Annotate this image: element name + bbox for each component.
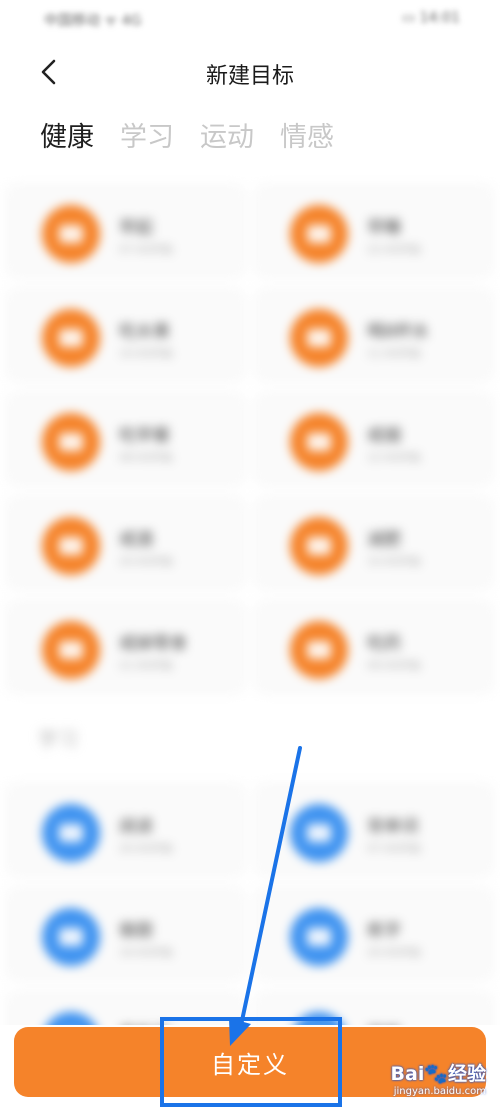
- goal-time: 07:00开始: [119, 243, 173, 256]
- carrier-text: 中国移动 ᯤ 4G: [44, 13, 142, 29]
- goal-list: 早起 07:00开始 早睡 22:00开始 吃水果 10:00开始 喝8杯水 11:00开始吃…: [0, 175, 500, 1025]
- goal-name: 阅读: [119, 817, 153, 837]
- custom-button-label: 自定义: [211, 1050, 289, 1079]
- goal-time: 11:00开始: [367, 347, 421, 360]
- goal-name: 吃早餐: [119, 426, 170, 446]
- status-bar: 中国移动 ᯤ 4G ▭ 14:01: [0, 0, 500, 40]
- goal-name: 冥想: [367, 1020, 401, 1025]
- goal-name: 戒掉零食: [119, 634, 187, 654]
- goal-grid: 早起 07:00开始 早睡 22:00开始 吃水果 10:00开始 喝8杯水 11:00开始吃…: [0, 175, 500, 695]
- goal-name: 早起: [119, 218, 153, 238]
- goal-card[interactable]: 早起 07:00开始: [5, 183, 247, 279]
- watermark-url: jingyan.baidu.com: [393, 1086, 486, 1097]
- nav-bar: 新建目标: [0, 44, 500, 100]
- goal-icon: [290, 309, 348, 367]
- goal-card[interactable]: 吃药 09:00开始: [253, 599, 495, 695]
- goal-time: 21:00开始: [119, 659, 173, 672]
- goal-name: 早睡: [367, 218, 401, 238]
- goal-card[interactable]: 背单词 07:00开始: [253, 782, 495, 878]
- goal-name: 背单词: [367, 817, 418, 837]
- goal-card[interactable]: 冥想21:00开始: [253, 990, 495, 1025]
- goal-icon: [42, 908, 100, 966]
- goal-icon: [290, 804, 348, 862]
- goal-card[interactable]: 练字 20:00开始: [253, 886, 495, 982]
- goal-icon: [290, 908, 348, 966]
- category-tabs: 健康 学习 运动 情感: [40, 118, 334, 158]
- goal-card[interactable]: 吃早餐 08:00开始: [5, 391, 247, 487]
- goal-time: 22:00开始: [367, 243, 421, 256]
- page-title: 新建目标: [205, 64, 294, 89]
- section-heading: 学习: [38, 727, 78, 751]
- goal-name: 戒酒: [119, 530, 153, 550]
- baidu-jingyan-watermark: Bai🐾经验 jingyan.baidu.com: [376, 1059, 486, 1103]
- goal-name: 练字: [367, 921, 401, 941]
- goal-card[interactable]: 阅读 20:00开始: [5, 782, 247, 878]
- goal-card[interactable]: 喝8杯水 11:00开始: [253, 287, 495, 383]
- goal-name: 减肥: [367, 530, 401, 550]
- goal-name: 喝8杯水: [367, 322, 429, 342]
- goal-icon: [290, 205, 348, 263]
- goal-time: 12:00开始: [367, 451, 421, 464]
- goal-icon: [42, 205, 100, 263]
- goal-card[interactable]: 戒烟 12:00开始: [253, 391, 495, 487]
- goal-icon: [290, 413, 348, 471]
- goal-time: 10:00开始: [367, 555, 421, 568]
- goal-card[interactable]: 做题 19:00开始: [5, 886, 247, 982]
- goal-icon: [42, 1012, 100, 1025]
- goal-time: 20:00开始: [119, 842, 173, 855]
- goal-icon: [42, 804, 100, 862]
- goal-time: 10:00开始: [119, 347, 173, 360]
- goal-card[interactable]: 减肥 10:00开始: [253, 495, 495, 591]
- goal-card[interactable]: 戒掉零食 21:00开始: [5, 599, 247, 695]
- goal-time: 07:00开始: [367, 842, 421, 855]
- goal-icon: [42, 309, 100, 367]
- goal-card[interactable]: 吃水果 10:00开始: [5, 287, 247, 383]
- tab-item[interactable]: 健康: [40, 118, 94, 158]
- goal-icon: [42, 517, 100, 575]
- goal-icon: [290, 1012, 348, 1025]
- watermark-logo: Bai🐾经验: [390, 1063, 486, 1085]
- goal-icon: [42, 621, 100, 679]
- goal-name: 吃药: [367, 634, 401, 654]
- tab-item[interactable]: 情感: [280, 118, 334, 158]
- goal-card[interactable]: 早睡 22:00开始: [253, 183, 495, 279]
- goal-card[interactable]: 戒酒 20:00开始: [5, 495, 247, 591]
- tab-item[interactable]: 学习: [120, 118, 174, 158]
- goal-grid: 阅读 20:00开始 背单词 07:00开始做题 19:00开始 练字 20:00开始看新闻…: [0, 774, 500, 1025]
- goal-card[interactable]: 看新闻08:00开始: [5, 990, 247, 1025]
- goal-icon: [290, 517, 348, 575]
- goal-time: 08:00开始: [119, 451, 173, 464]
- goal-icon: [290, 621, 348, 679]
- goal-name: 吃水果: [119, 322, 170, 342]
- goal-time: 20:00开始: [367, 946, 421, 959]
- goal-time: 09:00开始: [367, 659, 421, 672]
- battery-time-text: ▭ 14:01: [401, 10, 460, 26]
- goal-name: 戒烟: [367, 426, 401, 446]
- goal-time: 19:00开始: [119, 946, 173, 959]
- goal-time: 20:00开始: [119, 555, 173, 568]
- goal-icon: [42, 413, 100, 471]
- goal-name: 做题: [119, 921, 153, 941]
- goal-sections: 早起 07:00开始 早睡 22:00开始 吃水果 10:00开始 喝8杯水 11:00开始吃…: [0, 175, 500, 1025]
- goal-name: 看新闻: [119, 1020, 170, 1025]
- tab-item[interactable]: 运动: [200, 118, 254, 158]
